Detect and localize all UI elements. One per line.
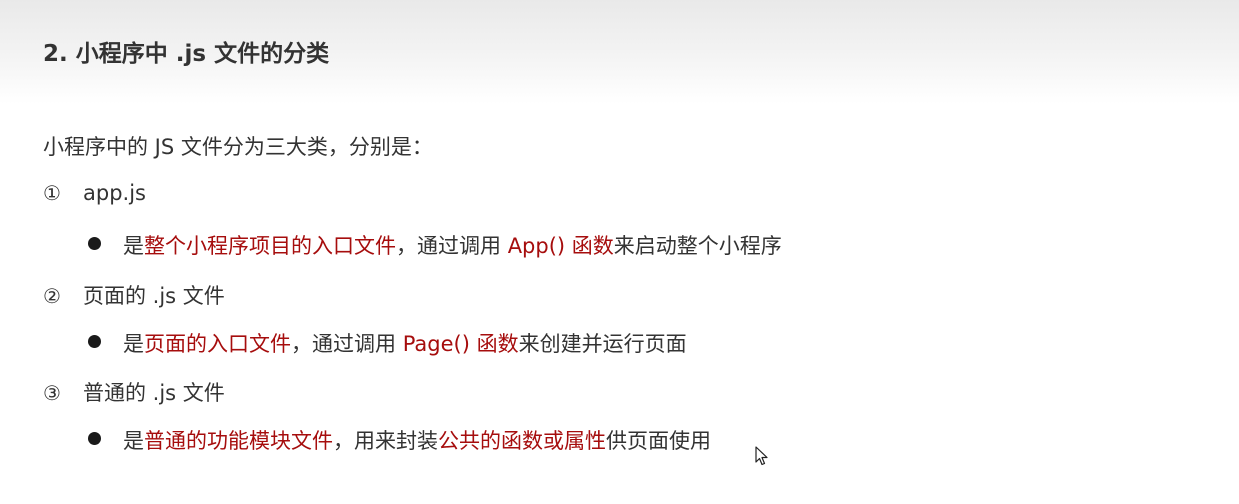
list-item-2: ② 页面的 .js 文件 [43,280,225,310]
mouse-pointer-icon [755,446,768,466]
bullet-icon [88,432,101,445]
bullet-row-2: 是页面的入口文件，通过调用 Page() 函数来创建并运行页面 [88,328,687,358]
intro-text: 小程序中的 JS 文件分为三大类，分别是： [43,135,433,159]
item-name: app.js [83,181,146,205]
item-number: ① [43,181,61,205]
desc-seg-highlight: Page() 函数 [402,332,519,356]
desc-seg-highlight: 整个小程序项目的入口文件 [144,234,396,258]
list-item-1: ① app.js [43,181,146,205]
bullet-icon [88,335,101,348]
item-name: 普通的 .js 文件 [83,381,225,405]
desc-seg-highlight: 普通的功能模块文件 [144,429,333,453]
desc-seg: 是 [123,429,144,453]
desc-seg: 是 [123,234,144,258]
desc-seg-highlight: 页面的入口文件 [144,332,291,356]
desc-seg: ，用来封装 [333,429,438,453]
item-number: ③ [43,381,61,405]
slide-title: 2. 小程序中 .js 文件的分类 [43,41,330,67]
bullet-row-3: 是普通的功能模块文件，用来封装公共的函数或属性供页面使用 [88,425,711,455]
slide-header: 2. 小程序中 .js 文件的分类 [0,0,1239,104]
bullet-row-1: 是整个小程序项目的入口文件，通过调用 App() 函数来启动整个小程序 [88,230,782,260]
desc-seg-highlight: 公共的函数或属性 [438,429,606,453]
item-number: ② [43,284,61,308]
desc-seg: 是 [123,332,144,356]
item-name: 页面的 .js 文件 [83,284,225,308]
desc-seg: ，通过调用 [291,332,403,356]
desc-seg: 供页面使用 [606,429,711,453]
desc-seg: ，通过调用 [396,234,508,258]
desc-seg: 来创建并运行页面 [518,332,687,356]
bullet-icon [88,237,101,250]
desc-seg-highlight: App() 函数 [507,234,614,258]
desc-seg: 来启动整个小程序 [613,234,782,258]
list-item-3: ③ 普通的 .js 文件 [43,377,225,407]
